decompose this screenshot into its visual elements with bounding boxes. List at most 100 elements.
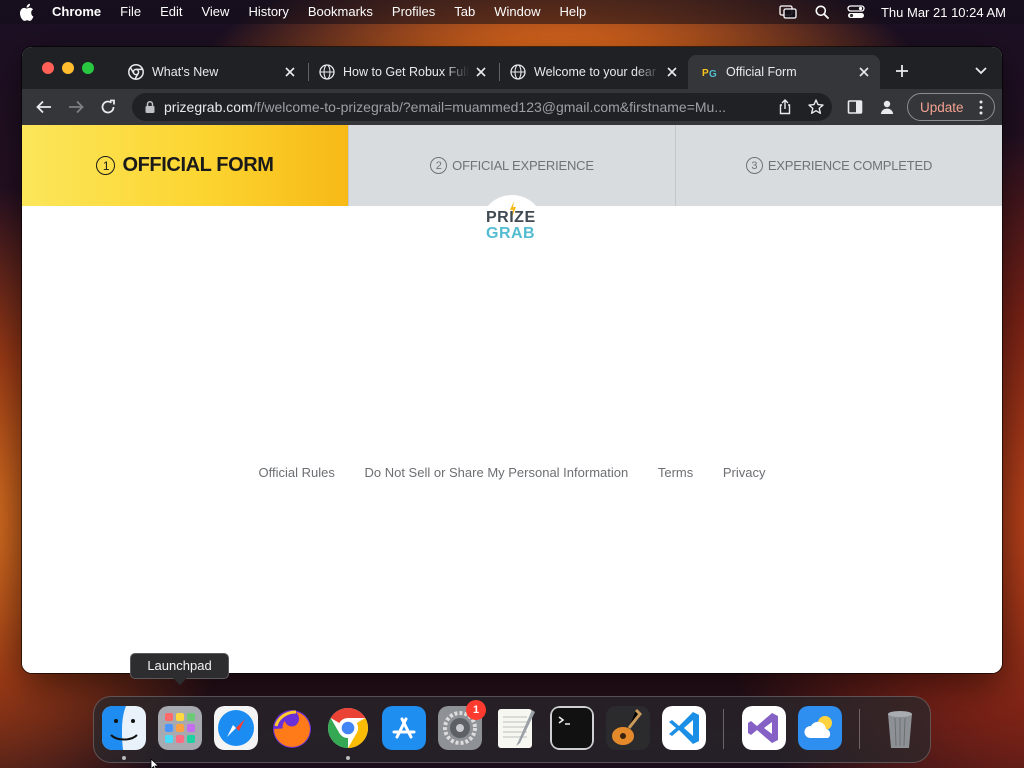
tooltip-text: Launchpad [147,658,212,673]
chrome-window: What's New How to Get Robux Full Welcome… [22,47,1002,673]
dock-separator [723,709,724,749]
reload-icon [101,99,115,114]
firefox-icon[interactable] [270,706,314,750]
bookmark-star-icon[interactable] [807,98,825,116]
tab-close-icon[interactable] [473,64,489,80]
menu-tab[interactable]: Tab [454,4,475,20]
tab-whats-new[interactable]: What's New [114,55,306,89]
apple-logo-icon[interactable] [18,3,34,21]
web-page: 1 OFFICIAL FORM 2 OFFICIAL EXPERIENCE 3 … [22,125,1002,673]
prizegrab-logo: PRIZE GRAB [474,195,550,247]
dock [93,696,931,763]
tab-title: How to Get Robux Full [343,65,469,79]
forward-button[interactable] [66,97,86,117]
window-minimize-button[interactable] [62,62,74,74]
reload-button[interactable] [98,97,118,117]
finder-icon[interactable] [102,706,146,750]
side-panel-icon [847,100,863,114]
tab-robux[interactable]: How to Get Robux Full [305,55,497,89]
tab-search-button[interactable] [971,61,991,81]
logo-text-grab: GRAB [486,225,536,242]
step-number: 1 [96,156,116,175]
step-number: 3 [745,157,763,174]
spotlight-search-icon[interactable] [813,4,831,20]
tab-close-icon[interactable] [282,64,298,80]
official-rules-link[interactable]: Official Rules [259,465,335,480]
running-indicator [122,756,126,760]
weather-icon[interactable] [798,706,842,750]
control-center-icon[interactable] [847,4,865,20]
progress-steps: 1 OFFICIAL FORM 2 OFFICIAL EXPERIENCE 3 … [22,125,1002,206]
terms-link[interactable]: Terms [658,465,693,480]
chrome-icon[interactable] [326,706,370,750]
globe-icon [510,64,526,80]
do-not-sell-link[interactable]: Do Not Sell or Share My Personal Informa… [364,465,628,480]
trash-icon[interactable] [878,706,922,750]
step-label: OFFICIAL EXPERIENCE [452,158,594,173]
mouse-cursor-icon [150,759,160,768]
footer-links: Official Rules Do Not Sell or Share My P… [22,465,1002,480]
tab-close-icon[interactable] [856,64,872,80]
step-label: OFFICIAL FORM [122,154,274,176]
garageband-icon[interactable] [606,706,650,750]
step-experience-completed: 3 EXPERIENCE COMPLETED [675,125,1002,206]
vscode-icon[interactable] [662,706,706,750]
share-icon[interactable] [776,98,794,116]
running-indicator [346,756,350,760]
back-button[interactable] [34,97,54,117]
menu-edit[interactable]: Edit [160,4,182,20]
step-official-experience: 2 OFFICIAL EXPERIENCE [348,125,675,206]
screen-mirroring-icon[interactable] [779,4,797,20]
menu-history[interactable]: History [248,4,288,20]
app-store-icon[interactable] [382,706,426,750]
window-zoom-button[interactable] [82,62,94,74]
lock-icon[interactable] [144,100,156,114]
settings-notification-badge: 1 [466,700,486,720]
menu-profiles[interactable]: Profiles [392,4,435,20]
svg-text:P: P [702,68,709,79]
chevron-down-icon [975,67,987,75]
menu-chrome[interactable]: Chrome [52,4,101,20]
plus-icon [896,65,908,77]
step-number: 2 [430,157,448,174]
menu-bar-clock[interactable]: Thu Mar 21 10:24 AM [881,5,1006,20]
tab-close-icon[interactable] [664,64,680,80]
url-text[interactable]: prizegrab.com/f/welcome-to-prizegrab/?em… [164,99,764,115]
safari-icon[interactable] [214,706,258,750]
update-label: Update [920,100,964,115]
menu-file[interactable]: File [120,4,141,20]
new-tab-button[interactable] [892,61,912,81]
forward-arrow-icon [69,100,84,114]
menu-window[interactable]: Window [494,4,540,20]
textedit-icon[interactable] [494,706,538,750]
back-arrow-icon [36,100,51,114]
kebab-menu-icon[interactable] [974,100,988,115]
launchpad-tooltip: Launchpad [130,653,229,685]
launchpad-icon[interactable] [158,706,202,750]
url-host: prizegrab.com [164,99,253,115]
svg-text:G: G [709,69,717,80]
tab-welcome[interactable]: Welcome to your dear [496,55,688,89]
chrome-icon [128,64,144,80]
step-official-form: 1 OFFICIAL FORM [22,125,348,206]
address-bar[interactable]: prizegrab.com/f/welcome-to-prizegrab/?em… [132,93,832,121]
tab-title: Welcome to your dear [534,65,657,79]
browser-toolbar: prizegrab.com/f/welcome-to-prizegrab/?em… [22,89,1002,125]
menu-help[interactable]: Help [560,4,587,20]
window-close-button[interactable] [42,62,54,74]
url-path: /f/welcome-to-prizegrab/?email=muammed12… [252,99,726,115]
tab-official-form[interactable]: P G Official Form [688,55,880,89]
terminal-icon[interactable] [550,706,594,750]
prizegrab-favicon: P G [702,68,717,80]
profile-button[interactable] [877,97,897,117]
side-panel-button[interactable] [845,97,865,117]
tab-title: Official Form [726,65,797,79]
privacy-link[interactable]: Privacy [723,465,766,480]
update-button[interactable]: Update [907,93,995,121]
dock-separator [859,709,860,749]
menu-view[interactable]: View [201,4,229,20]
globe-icon [319,64,335,80]
tooltip-arrow [173,678,187,685]
menu-bookmarks[interactable]: Bookmarks [308,4,373,20]
visual-studio-icon[interactable] [742,706,786,750]
